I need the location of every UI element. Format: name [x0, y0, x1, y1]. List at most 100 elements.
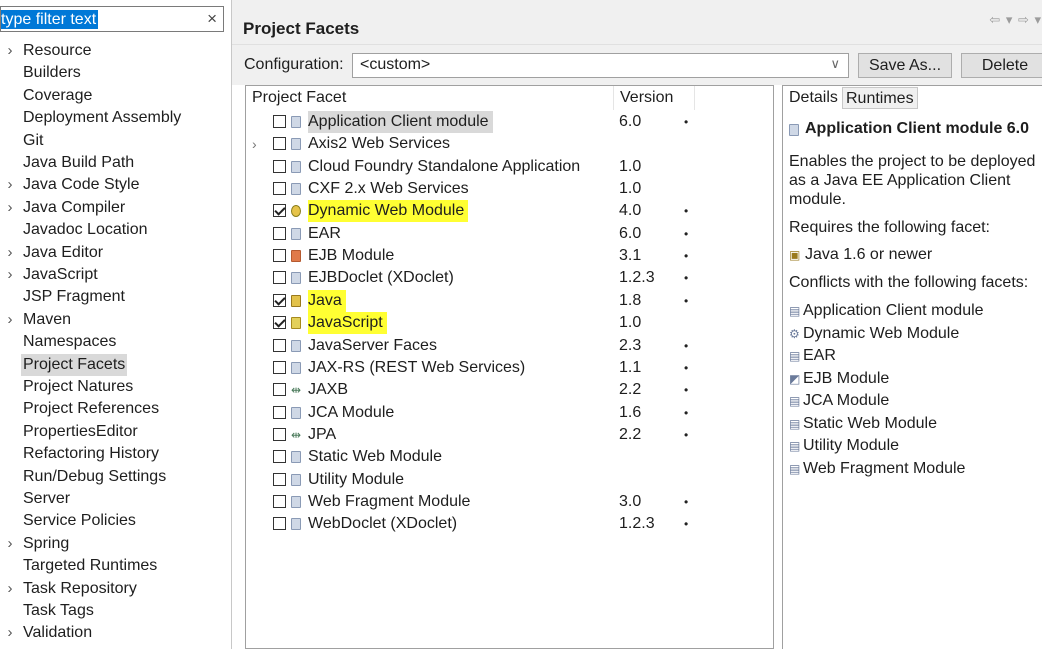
expand-arrow-icon[interactable]: › [4, 242, 16, 264]
tree-item-label: Spring [23, 534, 70, 552]
facet-checkbox[interactable] [273, 271, 286, 285]
facet-row[interactable]: Utility Module [246, 469, 773, 491]
version-dropdown-icon[interactable]: • [684, 200, 688, 222]
facet-checkbox[interactable] [273, 450, 286, 464]
doc-icon [291, 518, 301, 531]
version-dropdown-icon[interactable]: • [684, 111, 688, 133]
facet-row[interactable]: ⇹ JPA 2.2 • [246, 424, 773, 446]
expand-arrow-icon[interactable]: › [4, 264, 16, 286]
facet-checkbox[interactable] [273, 517, 286, 531]
ejb-icon [291, 250, 301, 263]
version-dropdown-icon[interactable]: • [684, 245, 688, 267]
column-separator [694, 86, 695, 110]
version-dropdown-icon[interactable]: • [684, 424, 688, 446]
expand-arrow-icon[interactable]: › [4, 40, 16, 62]
facet-row[interactable]: EJBDoclet (XDoclet) 1.2.3 • [246, 267, 773, 289]
facet-row[interactable]: JAX-RS (REST Web Services) 1.1 • [246, 357, 773, 379]
delete-button[interactable]: Delete [961, 53, 1042, 78]
details-title: Application Client module 6.0 [805, 120, 1030, 137]
version-dropdown-icon[interactable]: • [684, 402, 688, 424]
facet-version: 1.1 [619, 358, 642, 376]
nav-arrows-icon[interactable]: ⇦ ▾ ⇨ ▾ [989, 12, 1042, 28]
version-dropdown-icon[interactable]: • [684, 513, 688, 535]
facet-row[interactable]: Web Fragment Module 3.0 • [246, 491, 773, 513]
expand-arrow-icon[interactable]: › [252, 133, 257, 155]
version-dropdown-icon[interactable]: • [684, 335, 688, 357]
save-as-button[interactable]: Save As... [858, 53, 952, 78]
facet-checkbox[interactable] [273, 383, 286, 397]
tree-item-label: Namespaces [23, 333, 117, 351]
facet-checkbox[interactable] [273, 226, 286, 240]
requires-item-label: Java 1.6 or newer [805, 246, 933, 263]
facet-row[interactable]: ⇹ JAXB 2.2 • [246, 379, 773, 401]
doc-icon [291, 495, 301, 508]
arrow-icon: ⇹ [291, 427, 302, 442]
tree-item-label: Java Compiler [23, 198, 126, 216]
version-dropdown-icon[interactable]: • [684, 223, 688, 245]
facet-checkbox[interactable] [273, 293, 286, 307]
facet-row[interactable]: JavaScript 1.0 [246, 312, 773, 335]
tree-item-label: Deployment Assembly [23, 109, 182, 127]
requires-item: ▣ Java 1.6 or newer [789, 246, 932, 264]
facet-checkbox[interactable] [273, 472, 286, 486]
conflict-item: ▤ Utility Module [789, 435, 899, 457]
property-tree-panel: type filter text × › Resource Builders Cove… [0, 0, 232, 649]
facet-checkbox[interactable] [273, 494, 286, 508]
tree-item-label: Project References [23, 400, 160, 418]
facet-checkbox[interactable] [273, 249, 286, 263]
expand-arrow-icon[interactable]: › [4, 174, 16, 196]
version-dropdown-icon[interactable]: • [684, 290, 688, 312]
doc-icon [291, 406, 301, 419]
expand-arrow-icon[interactable]: › [4, 578, 16, 600]
configuration-select[interactable]: <custom> ∨ [352, 53, 849, 78]
facet-table: Project Facet Version Application Client… [245, 85, 774, 649]
tree-item-label: Java Code Style [23, 176, 140, 194]
facet-checkbox[interactable] [273, 405, 286, 419]
tab-runtimes[interactable]: Runtimes [842, 87, 918, 109]
facet-checkbox[interactable] [273, 316, 286, 330]
facet-row[interactable]: EJB Module 3.1 • [246, 245, 773, 267]
column-header-version[interactable]: Version [620, 89, 673, 107]
version-dropdown-icon[interactable]: • [684, 491, 688, 513]
facet-checkbox[interactable] [273, 427, 286, 441]
facet-version: 6.0 [619, 113, 642, 130]
version-dropdown-icon[interactable]: • [684, 267, 688, 289]
conflict-item: ▤ JCA Module [789, 390, 889, 412]
facet-row[interactable]: Cloud Foundry Standalone Application 1.0 [246, 156, 773, 178]
filter-input[interactable]: type filter text × [0, 6, 224, 32]
facet-row[interactable]: Static Web Module [246, 446, 773, 468]
clear-filter-icon[interactable]: × [207, 9, 217, 29]
facet-checkbox[interactable] [273, 204, 286, 218]
column-header-facet[interactable]: Project Facet [252, 89, 346, 107]
version-dropdown-icon[interactable]: • [684, 379, 688, 401]
facet-row[interactable]: Dynamic Web Module 4.0 • [246, 200, 773, 223]
facet-row[interactable]: EAR 6.0 • [246, 223, 773, 245]
filter-text[interactable]: type filter text [1, 10, 99, 29]
expand-arrow-icon[interactable]: › [4, 533, 16, 555]
facet-checkbox[interactable] [273, 360, 286, 374]
facet-row[interactable]: Application Client module 6.0 • [246, 111, 773, 133]
facet-row[interactable]: CXF 2.x Web Services 1.0 [246, 178, 773, 200]
facet-checkbox[interactable] [273, 159, 286, 173]
facet-row[interactable]: WebDoclet (XDoclet) 1.2.3 • [246, 513, 773, 535]
facet-name: EAR [308, 224, 341, 242]
conflict-item-label: Dynamic Web Module [803, 324, 960, 342]
chevron-down-icon[interactable]: ∨ [830, 56, 840, 72]
facet-checkbox[interactable] [273, 338, 286, 352]
facet-row[interactable]: › Axis2 Web Services [246, 133, 773, 155]
requires-label: Requires the following facet: [789, 219, 990, 236]
facet-checkbox[interactable] [273, 137, 286, 151]
expand-arrow-icon[interactable]: › [4, 622, 16, 644]
expand-arrow-icon[interactable]: › [4, 197, 16, 219]
facet-row[interactable]: JCA Module 1.6 • [246, 402, 773, 424]
facet-row[interactable]: JavaServer Faces 2.3 • [246, 335, 773, 357]
tab-details[interactable]: Details [789, 89, 838, 107]
facet-checkbox[interactable] [273, 182, 286, 196]
facet-version: 2.3 [619, 336, 642, 354]
facet-row[interactable]: Java 1.8 • [246, 289, 773, 312]
facet-checkbox[interactable] [273, 115, 286, 128]
facet-name: EJB Module [308, 247, 395, 265]
arrow-icon: ⇹ [291, 383, 302, 398]
version-dropdown-icon[interactable]: • [684, 357, 688, 379]
expand-arrow-icon[interactable]: › [4, 309, 16, 331]
